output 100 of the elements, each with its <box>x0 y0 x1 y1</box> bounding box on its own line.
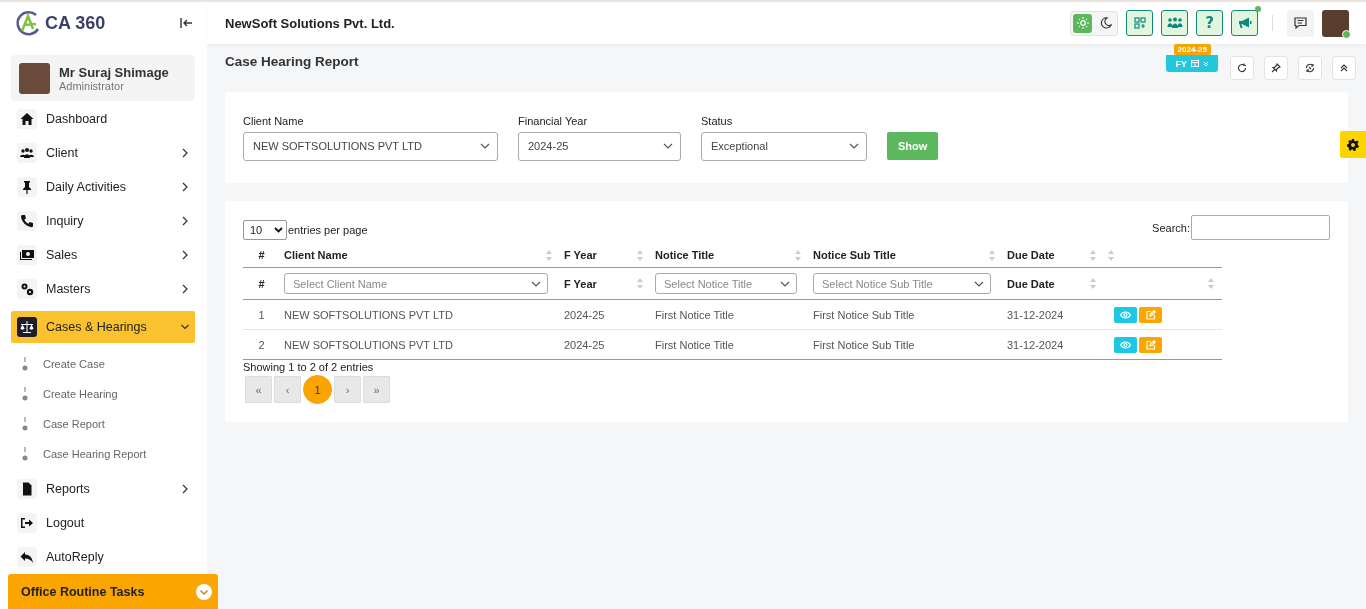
pin-icon[interactable] <box>1264 56 1288 80</box>
column-filter-select[interactable]: Select Notice Title <box>655 273 797 294</box>
sidebar-item[interactable]: Sales <box>11 241 195 269</box>
sort-icon[interactable] <box>1090 249 1096 261</box>
logout-icon <box>17 513 37 533</box>
sidebar-item[interactable]: Dashboard <box>11 105 195 133</box>
page-title: Case Hearing Report <box>225 54 359 69</box>
filter-select[interactable]: 2024-25 <box>518 131 681 161</box>
chevron-icon <box>181 322 189 332</box>
column-filter-select[interactable]: Select Notice Sub Title <box>813 273 991 294</box>
bullet-icon <box>22 447 28 461</box>
submenu-label: Create Hearing <box>43 388 118 400</box>
sidebar-item[interactable]: Daily Activities <box>11 173 195 201</box>
sort-icon[interactable] <box>989 249 995 261</box>
submenu-label: Case Report <box>43 418 105 430</box>
phone-icon <box>17 211 37 231</box>
table-cell: 31-12-2024 <box>1007 338 1064 351</box>
sidebar-item[interactable]: AutoReply <box>11 543 195 571</box>
avatar-placeholder[interactable] <box>1322 9 1349 37</box>
submenu-item[interactable]: Case Hearing Report <box>22 439 207 469</box>
column-header[interactable]: Notice Title <box>655 249 715 261</box>
column-filter-label: # <box>258 277 265 290</box>
sort-icon[interactable] <box>637 249 643 261</box>
table-cell: First Notice Sub Title <box>813 308 915 321</box>
submenu-item[interactable]: Create Hearing <box>22 379 207 409</box>
help-button[interactable]: ? <box>1196 10 1223 36</box>
edit-button[interactable] <box>1139 336 1162 353</box>
table-cell: 31-12-2024 <box>1007 308 1064 321</box>
table-cell: NEW SOFTSOLUTIONS PVT LTD <box>284 308 453 321</box>
sort-icon[interactable] <box>795 249 801 261</box>
reply-icon <box>17 547 37 567</box>
page-size-select[interactable]: 10 <box>243 219 287 240</box>
caret-icon <box>780 280 790 287</box>
table-info: Showing 1 to 2 of 2 entries <box>243 361 375 373</box>
sidebar-item[interactable]: Logout <box>11 509 195 537</box>
sync-icon[interactable] <box>1298 56 1322 80</box>
chevron-circle-icon <box>196 583 212 600</box>
sidebar-item[interactable]: Masters <box>11 275 195 303</box>
chevron-icon <box>181 148 189 158</box>
sort-icon[interactable] <box>637 278 643 289</box>
table-cell: 2 <box>258 338 265 351</box>
search-label: Search: <box>1152 221 1190 234</box>
caret-icon <box>974 280 984 287</box>
calendar-icon <box>1191 60 1199 67</box>
sidebar-item[interactable]: Cases & Hearings <box>11 311 195 343</box>
refresh-icon[interactable] <box>1230 56 1254 80</box>
collapse-sidebar-icon[interactable] <box>180 18 193 28</box>
year-badge: 2024-25 <box>1173 44 1211 55</box>
office-routine-tasks-bar[interactable]: Office Routine Tasks <box>8 574 218 609</box>
gears-icon <box>17 279 37 299</box>
sidebar-item[interactable]: Inquiry <box>11 207 195 235</box>
column-header[interactable]: Notice Sub Title <box>813 249 896 261</box>
search-field[interactable] <box>1191 215 1330 240</box>
table-cell: First Notice Title <box>655 338 734 351</box>
chevron-icon <box>181 216 189 226</box>
apps-icon[interactable] <box>1126 10 1153 36</box>
column-header[interactable]: Client Name <box>284 249 348 261</box>
column-filter-select[interactable]: Select Client Name <box>284 273 548 294</box>
caret-icon <box>480 143 490 149</box>
caret-icon <box>274 226 283 233</box>
bullet-icon <box>22 417 28 431</box>
column-header[interactable]: Due Date <box>1007 249 1055 261</box>
chat-icon[interactable] <box>1287 9 1314 37</box>
table-cell: 2024-25 <box>564 308 605 321</box>
pin-icon <box>17 177 37 197</box>
collapse-up-icon[interactable] <box>1332 56 1356 80</box>
column-header[interactable]: # <box>258 249 265 261</box>
page-size-label: entries per page <box>288 223 368 236</box>
pagination-button[interactable]: 1 <box>303 375 332 404</box>
avatar-placeholder <box>19 62 50 94</box>
eye-icon <box>1120 340 1131 349</box>
filter-label: Client Name <box>243 114 305 127</box>
edit-icon <box>1145 309 1156 320</box>
sort-icon[interactable] <box>1108 249 1114 261</box>
view-button[interactable] <box>1114 306 1137 323</box>
chevron-icon <box>181 182 189 192</box>
caret-icon <box>531 280 541 287</box>
table-cell: 1 <box>258 308 265 321</box>
sidebar-item[interactable]: Reports <box>11 475 195 503</box>
submenu-item[interactable]: Create Case <box>22 349 207 379</box>
sort-icon[interactable] <box>1208 278 1214 289</box>
people-icon <box>17 143 37 163</box>
caret-icon <box>849 143 859 149</box>
view-button[interactable] <box>1114 336 1137 353</box>
filter-select[interactable]: NEW SOFTSOLUTIONS PVT LTD <box>243 131 498 161</box>
chevron-icon <box>181 284 189 294</box>
settings-icon[interactable] <box>1340 131 1366 158</box>
column-header[interactable]: F Year <box>564 249 597 261</box>
bullet-icon <box>22 387 28 401</box>
people-group-icon[interactable] <box>1161 10 1188 36</box>
megaphone-icon <box>1237 17 1252 29</box>
submenu-item[interactable]: Case Report <box>22 409 207 439</box>
sort-icon[interactable] <box>1090 278 1096 289</box>
sidebar-item[interactable]: Client <box>11 139 195 167</box>
company-name: NewSoft Solutions Pvt. Ltd. <box>225 15 395 31</box>
double-chevron-icon <box>1203 60 1209 67</box>
filter-select[interactable]: Exceptional <box>701 131 867 161</box>
edit-button[interactable] <box>1139 306 1162 323</box>
sort-icon[interactable] <box>546 249 552 261</box>
chevron-icon <box>181 484 189 494</box>
